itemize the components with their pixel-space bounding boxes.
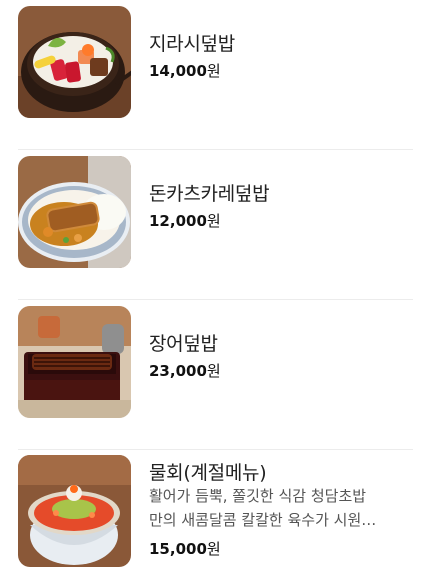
katsu-curry-image[interactable] [18, 156, 131, 268]
price-value: 15,000 [149, 540, 207, 558]
menu-item-katsu-curry[interactable]: 돈카츠카레덮밥 12,000원 [0, 150, 427, 300]
menu-item-name: 돈카츠카레덮밥 [149, 183, 270, 205]
price-currency: 원 [206, 362, 221, 380]
menu-item-price: 15,000원 [149, 538, 221, 559]
menu-item-eel[interactable]: 장어덮밥 23,000원 [0, 300, 427, 450]
menu-item-price: 14,000원 [149, 60, 221, 81]
price-value: 14,000 [149, 62, 207, 80]
mulhoe-bowl-image[interactable] [18, 455, 131, 567]
menu-item-mulhoe[interactable]: 물회(계절메뉴) 활어가 듬뿍, 쫄깃한 식감 청담초밥 만의 새콤달콤 칼칼한… [0, 449, 427, 570]
menu-item-name: 지라시덮밥 [149, 33, 235, 55]
price-value: 23,000 [149, 362, 207, 380]
menu-item-chirashi[interactable]: 지라시덮밥 14,000원 [0, 0, 427, 150]
menu-item-price: 12,000원 [149, 210, 221, 231]
menu-item-name: 물회(계절메뉴) [149, 462, 267, 484]
price-currency: 원 [206, 62, 221, 80]
chirashi-bowl-image[interactable] [18, 6, 131, 118]
menu-item-price: 23,000원 [149, 360, 221, 381]
menu-list: 지라시덮밥 14,000원 돈카츠카레덮밥 12,000원 장어덮밥 23,00… [0, 0, 427, 570]
description-line: 만의 새콤달콤 칼칼한 육수가 시원… [149, 511, 377, 529]
price-value: 12,000 [149, 212, 207, 230]
menu-item-description: 활어가 듬뿍, 쫄깃한 식감 청담초밥 만의 새콤달콤 칼칼한 육수가 시원… [149, 484, 419, 532]
menu-item-name: 장어덮밥 [149, 333, 218, 355]
price-currency: 원 [206, 540, 221, 558]
eel-rice-box-image[interactable] [18, 306, 131, 418]
price-currency: 원 [206, 212, 221, 230]
description-line: 활어가 듬뿍, 쫄깃한 식감 청담초밥 [149, 487, 367, 505]
